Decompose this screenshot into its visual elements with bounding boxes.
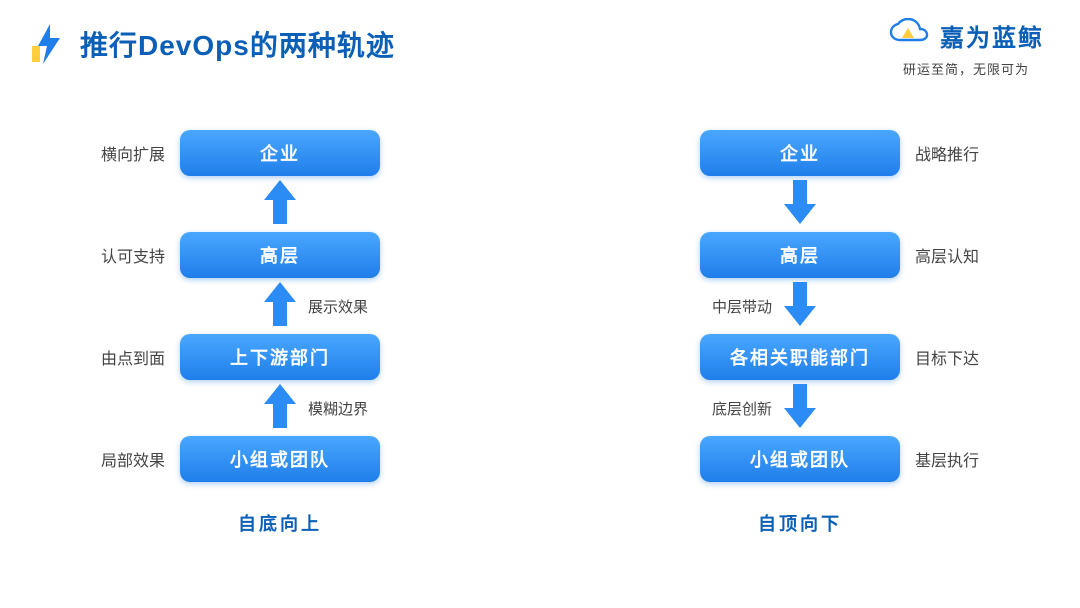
- brand-name: 嘉为蓝鲸: [940, 18, 1044, 53]
- diagram-content: 横向扩展 企业 认可支持 高层 展示效果 由点到面 上下游: [0, 130, 1080, 536]
- left-level-1-node: 高层: [180, 232, 380, 278]
- right-level-3-node: 小组或团队: [700, 436, 900, 482]
- right-subtitle: 自顶向下: [758, 510, 842, 536]
- right-level-0-label: 战略推行: [915, 141, 979, 165]
- left-arrow-2-label: 模糊边界: [308, 398, 368, 419]
- right-arrow-1-label: 中层带动: [712, 296, 772, 317]
- left-level-2-node: 上下游部门: [180, 334, 380, 380]
- right-level-2-node: 各相关职能部门: [700, 334, 900, 380]
- left-level-1-label: 认可支持: [101, 243, 165, 267]
- right-level-1-label: 高层认知: [915, 243, 979, 267]
- arrow-down-icon: [782, 280, 818, 333]
- brand-logo-icon: [888, 18, 932, 53]
- left-level-0-label: 横向扩展: [101, 141, 165, 165]
- right-level-3-label: 基层执行: [915, 447, 979, 471]
- left-column: 横向扩展 企业 认可支持 高层 展示效果 由点到面 上下游: [100, 130, 460, 536]
- arrow-up-icon: [262, 382, 298, 435]
- slide-header: 推行DevOps的两种轨迹: [30, 24, 395, 64]
- slide: 推行DevOps的两种轨迹 嘉为蓝鲸 研运至简，无限可为 横向扩展 企业: [0, 0, 1080, 608]
- arrow-down-icon: [782, 382, 818, 435]
- right-arrow-2-label: 底层创新: [712, 398, 772, 419]
- left-arrow-1-label: 展示效果: [308, 296, 368, 317]
- right-level-1-node: 高层: [700, 232, 900, 278]
- arrow-up-icon: [262, 280, 298, 333]
- left-level-0-node: 企业: [180, 130, 380, 176]
- left-level-2-label: 由点到面: [101, 345, 165, 369]
- brand-tagline: 研运至简，无限可为: [888, 59, 1044, 78]
- slide-title: 推行DevOps的两种轨迹: [80, 24, 395, 64]
- right-level-0-node: 企业: [700, 130, 900, 176]
- right-level-2-label: 目标下达: [915, 345, 979, 369]
- left-level-3-node: 小组或团队: [180, 436, 380, 482]
- arrow-down-icon: [782, 178, 818, 231]
- left-subtitle: 自底向上: [238, 510, 322, 536]
- title-accent-icon: [30, 24, 64, 64]
- arrow-up-icon: [262, 178, 298, 231]
- left-level-3-label: 局部效果: [101, 447, 165, 471]
- right-column: 企业 战略推行 高层 高层认知 中层带动 各相关职能部门: [620, 130, 980, 536]
- brand-block: 嘉为蓝鲸 研运至简，无限可为: [888, 18, 1044, 78]
